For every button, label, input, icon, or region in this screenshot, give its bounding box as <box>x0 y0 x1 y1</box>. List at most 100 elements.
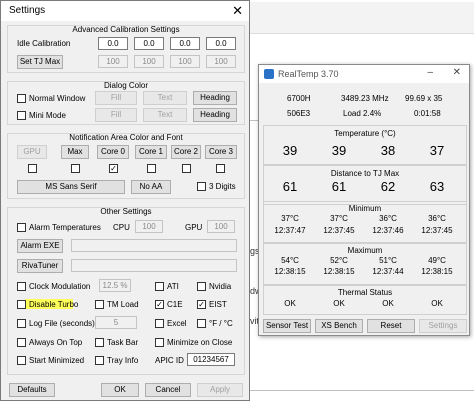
gpu-color-button[interactable]: GPU <box>17 145 47 159</box>
clock-modulation-label: Clock Modulation <box>29 282 91 291</box>
ok-button[interactable]: OK <box>101 383 139 397</box>
core2-tray-checkbox[interactable] <box>182 164 191 173</box>
core0-thermal-status: OK <box>284 299 296 308</box>
core2-color-button[interactable]: Core 2 <box>171 145 201 159</box>
normal-window-label: Normal Window <box>29 94 86 103</box>
minimize-on-close-checkbox[interactable] <box>155 338 164 347</box>
max-color-button[interactable]: Max <box>61 145 89 159</box>
disable-turbo-checkbox[interactable] <box>17 300 26 309</box>
close-icon[interactable]: ✕ <box>453 67 461 78</box>
cpu-model: 6700H <box>287 94 311 103</box>
tray-info-label: Tray Info <box>107 356 139 365</box>
settings-button[interactable]: Settings <box>419 319 467 333</box>
clock-modulation-checkbox[interactable] <box>17 282 26 291</box>
sensor-test-button[interactable]: Sensor Test <box>263 319 311 333</box>
tm-load-checkbox[interactable] <box>95 300 104 309</box>
idle-calibration-core1[interactable]: 0.0 <box>134 37 164 50</box>
alarm-temperatures-checkbox[interactable] <box>17 223 26 232</box>
c1e-label: C1E <box>167 300 183 309</box>
cpu-multiplier: 99.69 x 35 <box>405 94 443 103</box>
rivatuner-path[interactable] <box>71 259 237 272</box>
core1-color-button[interactable]: Core 1 <box>135 145 167 159</box>
three-digits-label: 3 Digits <box>209 182 236 191</box>
close-icon[interactable]: ✕ <box>232 3 243 19</box>
font-button[interactable]: MS Sans Serif <box>17 180 125 194</box>
normal-heading-button[interactable]: Heading <box>193 91 237 105</box>
normal-window-checkbox[interactable] <box>17 94 26 103</box>
cpu-stepping: 506E3 <box>287 109 311 118</box>
rivatuner-button[interactable]: RivaTuner <box>17 259 63 273</box>
clock-modulation-select[interactable]: 12.5 % <box>99 279 131 292</box>
mini-mode-checkbox[interactable] <box>17 111 26 120</box>
gpu-alarm-input[interactable]: 100 <box>207 220 235 233</box>
maximum-title: Maximum <box>347 246 383 255</box>
max-tray-checkbox[interactable] <box>71 164 80 173</box>
log-file-checkbox[interactable] <box>17 319 26 328</box>
tray-info-checkbox[interactable] <box>95 356 104 365</box>
tj-max-core3: 100 <box>206 55 236 68</box>
alarm-temperatures-label: Alarm Temperatures <box>29 223 101 232</box>
reset-button[interactable]: Reset <box>367 319 415 333</box>
three-digits-checkbox[interactable] <box>197 182 206 191</box>
defaults-button[interactable]: Defaults <box>9 383 55 397</box>
thermal-status-title: Thermal Status <box>337 288 393 297</box>
xs-bench-button[interactable]: XS Bench <box>315 319 363 333</box>
nvidia-checkbox[interactable] <box>197 282 206 291</box>
realtemp-titlebar[interactable]: RealTemp 3.70 – ✕ <box>259 65 469 83</box>
core1-thermal-status: OK <box>333 299 345 308</box>
cpu-frequency: 3489.23 MHz <box>341 94 389 103</box>
core3-color-button[interactable]: Core 3 <box>205 145 237 159</box>
core1-min-temp: 37°C <box>330 214 348 223</box>
mini-mode-label: Mini Mode <box>29 111 66 120</box>
cpu-alarm-input[interactable]: 100 <box>135 220 163 233</box>
apply-button[interactable]: Apply <box>197 383 243 397</box>
mini-text-button[interactable]: Text <box>143 108 187 122</box>
core0-color-button[interactable]: Core 0 <box>97 145 129 159</box>
core3-tray-checkbox[interactable] <box>216 164 225 173</box>
idle-calibration-core2[interactable]: 0.0 <box>170 37 200 50</box>
idle-calibration-core0[interactable]: 0.0 <box>98 37 128 50</box>
core0-temperature: 39 <box>282 143 298 158</box>
alarm-exe-button[interactable]: Alarm EXE <box>17 239 63 253</box>
cancel-button[interactable]: Cancel <box>145 383 191 397</box>
mini-fill-button[interactable]: Fill <box>95 108 137 122</box>
minimize-icon[interactable]: – <box>427 67 433 78</box>
task-bar-checkbox[interactable] <box>95 338 104 347</box>
gpu-tray-checkbox[interactable] <box>28 164 37 173</box>
thermometer-icon <box>264 69 274 79</box>
core1-max-temp: 52°C <box>330 256 348 265</box>
background-divider <box>250 390 474 391</box>
calibration-title: Advanced Calibration Settings <box>72 25 180 34</box>
c1e-checkbox[interactable]: ✓ <box>155 300 164 309</box>
excel-checkbox[interactable] <box>155 319 164 328</box>
alarm-exe-path[interactable] <box>71 239 237 252</box>
core1-min-time: 12:37:45 <box>323 226 355 235</box>
core0-tray-checkbox[interactable]: ✓ <box>109 164 118 173</box>
normal-text-button[interactable]: Text <box>143 91 187 105</box>
start-minimized-checkbox[interactable] <box>17 356 26 365</box>
idle-calibration-label: Idle Calibration <box>17 39 71 48</box>
no-aa-button[interactable]: No AA <box>131 180 171 194</box>
tm-load-label: TM Load <box>107 300 139 309</box>
core0-max-temp: 54°C <box>281 256 299 265</box>
core1-distance: 61 <box>331 179 347 194</box>
apic-id-input[interactable]: 01234567 <box>187 353 235 366</box>
core2-temperature: 38 <box>380 143 396 158</box>
ati-label: ATI <box>167 282 179 291</box>
set-tj-max-button[interactable]: Set TJ Max <box>17 55 63 69</box>
normal-fill-button[interactable]: Fill <box>95 91 137 105</box>
idle-calibration-core3[interactable]: 0.0 <box>206 37 236 50</box>
eist-checkbox[interactable]: ✓ <box>197 300 206 309</box>
log-file-seconds-input[interactable]: 5 <box>95 316 137 329</box>
always-on-top-checkbox[interactable] <box>17 338 26 347</box>
other-settings-title: Other Settings <box>100 207 152 216</box>
excel-label: Excel <box>167 319 187 328</box>
core3-temperature: 37 <box>429 143 445 158</box>
fahrenheit-toggle-checkbox[interactable] <box>197 319 206 328</box>
core0-distance: 61 <box>282 179 298 194</box>
ati-checkbox[interactable] <box>155 282 164 291</box>
core1-tray-checkbox[interactable] <box>147 164 156 173</box>
settings-titlebar[interactable]: Settings ✕ <box>1 1 249 21</box>
mini-heading-button[interactable]: Heading <box>193 108 237 122</box>
cpu-alarm-label: CPU <box>113 223 130 232</box>
